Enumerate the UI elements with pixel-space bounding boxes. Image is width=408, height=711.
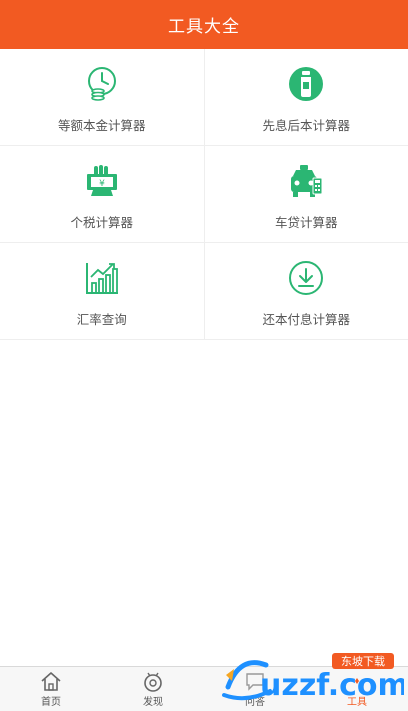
yuan-bill-icon: ¥ bbox=[86, 165, 117, 196]
tools-row: ¥ 个税计算器 车贷计算器 bbox=[0, 146, 408, 243]
tools-grid: 等额本金计算器 先息后本计算器 ¥ 个税计算器 车贷计算器 汇率查询 还本付息计… bbox=[0, 49, 408, 340]
tool-label: 先息后本计算器 bbox=[262, 118, 350, 133]
car-icon bbox=[291, 165, 323, 197]
tool-car-loan[interactable]: 车贷计算器 bbox=[203, 146, 408, 242]
watermark-subtext: 东坡下载 bbox=[341, 655, 385, 668]
tab-label: 首页 bbox=[41, 697, 61, 708]
tool-equal-principal[interactable]: 等额本金计算器 bbox=[0, 49, 204, 145]
tools-row: 汇率查询 还本付息计算器 bbox=[0, 243, 408, 340]
bar-chart-icon bbox=[85, 263, 118, 294]
clock-coins-icon bbox=[87, 67, 116, 101]
svg-text:¥: ¥ bbox=[99, 179, 105, 189]
page-title: 工具大全 bbox=[168, 17, 240, 37]
discover-icon bbox=[144, 672, 162, 692]
tab-discover[interactable]: 发现 bbox=[102, 667, 204, 711]
tool-repayment[interactable]: 还本付息计算器 bbox=[203, 243, 408, 339]
tab-label: 发现 bbox=[143, 697, 163, 708]
uzzf-watermark-logo: 东坡下载 uzzf.com bbox=[222, 653, 404, 703]
app-header: 工具大全 bbox=[0, 0, 408, 49]
tool-interest-first[interactable]: 先息后本计算器 bbox=[203, 49, 408, 145]
download-circle-icon bbox=[289, 261, 324, 295]
tool-label: 个税计算器 bbox=[70, 215, 133, 230]
tool-label: 车贷计算器 bbox=[274, 215, 338, 230]
tab-home[interactable]: 首页 bbox=[0, 667, 102, 711]
tools-row: 等额本金计算器 先息后本计算器 bbox=[0, 49, 408, 146]
tool-income-tax[interactable]: ¥ 个税计算器 bbox=[0, 146, 204, 242]
tool-label: 等额本金计算器 bbox=[57, 118, 146, 133]
tool-label: 还本付息计算器 bbox=[262, 312, 350, 327]
home-icon bbox=[41, 672, 61, 691]
tool-exchange-rate[interactable]: 汇率查询 bbox=[0, 243, 204, 339]
bottle-icon bbox=[289, 67, 324, 101]
watermark-text: uzzf.com bbox=[260, 668, 404, 703]
tool-label: 汇率查询 bbox=[76, 312, 127, 327]
